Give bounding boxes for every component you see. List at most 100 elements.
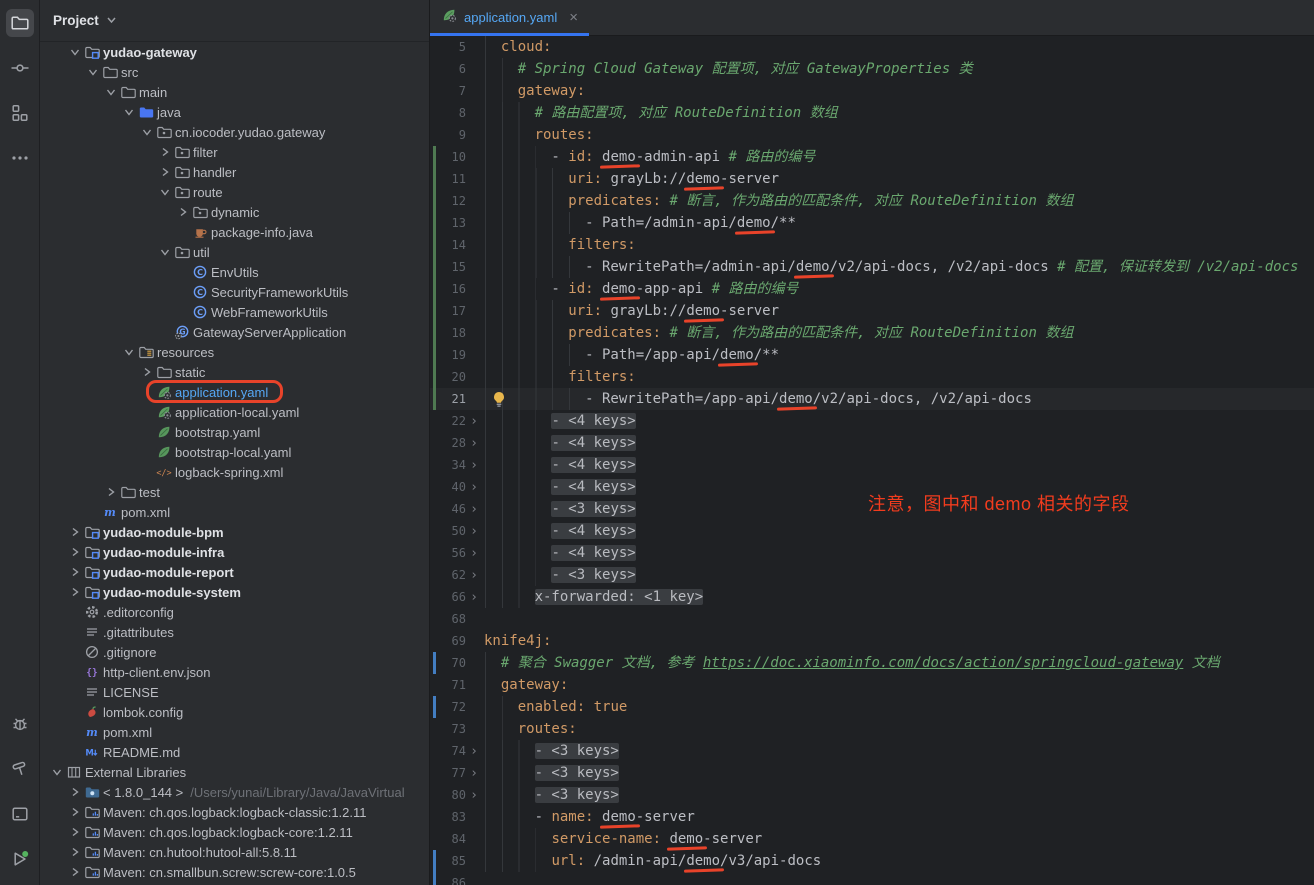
- tree-item-1-8-0-144[interactable]: < 1.8.0_144 >/Users/yunai/Library/Java/J…: [40, 782, 429, 802]
- tree-item-external-libraries[interactable]: External Libraries: [40, 762, 429, 782]
- code-line-77[interactable]: 77› - <3 keys>: [430, 762, 1314, 784]
- chevron-right-icon[interactable]: [156, 147, 174, 157]
- chevron-right-icon[interactable]: [66, 567, 84, 577]
- code-line-16[interactable]: 16 - id: demo-app-api # 路由的编号: [430, 278, 1314, 300]
- tree-item-yudao-gateway[interactable]: yudao-gateway: [40, 42, 429, 62]
- tree-item-java[interactable]: java: [40, 102, 429, 122]
- chevron-right-icon[interactable]: [138, 367, 156, 377]
- fold-arrow-icon[interactable]: ›: [466, 436, 482, 451]
- fold-arrow-icon[interactable]: ›: [466, 568, 482, 583]
- tool-button-debug[interactable]: [6, 710, 34, 738]
- tree-item-application-local-yaml[interactable]: application-local.yaml: [40, 402, 429, 422]
- chevron-down-icon[interactable]: [156, 187, 174, 197]
- chevron-right-icon[interactable]: [174, 207, 192, 217]
- code-line-74[interactable]: 74› - <3 keys>: [430, 740, 1314, 762]
- code-line-73[interactable]: 73 routes:: [430, 718, 1314, 740]
- tree-item-bootstrap-yaml[interactable]: bootstrap.yaml: [40, 422, 429, 442]
- code-line-62[interactable]: 62› - <3 keys>: [430, 564, 1314, 586]
- tree-item-handler[interactable]: handler: [40, 162, 429, 182]
- chevron-right-icon[interactable]: [66, 587, 84, 597]
- code-line-83[interactable]: 83 - name: demo-server: [430, 806, 1314, 828]
- code-line-28[interactable]: 28› - <4 keys>: [430, 432, 1314, 454]
- code-line-46[interactable]: 46› - <3 keys>: [430, 498, 1314, 520]
- tree-item-http-client-env-json[interactable]: {}http-client.env.json: [40, 662, 429, 682]
- code-line-18[interactable]: 18 predicates: # 断言, 作为路由的匹配条件, 对应 Route…: [430, 322, 1314, 344]
- tree-item-test[interactable]: test: [40, 482, 429, 502]
- code-line-14[interactable]: 14 filters:: [430, 234, 1314, 256]
- code-line-6[interactable]: 6 # Spring Cloud Gateway 配置项, 对应 Gateway…: [430, 58, 1314, 80]
- tree-item-gitignore[interactable]: .gitignore: [40, 642, 429, 662]
- tree-item-cn-iocoder-yudao-gateway[interactable]: cn.iocoder.yudao.gateway: [40, 122, 429, 142]
- code-line-10[interactable]: 10 - id: demo-admin-api # 路由的编号: [430, 146, 1314, 168]
- chevron-down-icon[interactable]: [48, 767, 66, 777]
- tree-item-maven-ch-qos-logback-logback-core-1-2-11[interactable]: Maven: ch.qos.logback:logback-core:1.2.1…: [40, 822, 429, 842]
- tree-item-src[interactable]: src: [40, 62, 429, 82]
- code-line-85[interactable]: 85 url: /admin-api/demo/v3/api-docs: [430, 850, 1314, 872]
- fold-arrow-icon[interactable]: ›: [466, 590, 482, 605]
- code-line-20[interactable]: 20 filters:: [430, 366, 1314, 388]
- tree-item-maven-cn-hutool-hutool-all-5-8-11[interactable]: Maven: cn.hutool:hutool-all:5.8.11: [40, 842, 429, 862]
- tree-item-maven-ch-qos-logback-logback-classic-1-2-11[interactable]: Maven: ch.qos.logback:logback-classic:1.…: [40, 802, 429, 822]
- code-line-11[interactable]: 11 uri: grayLb://demo-server: [430, 168, 1314, 190]
- fold-arrow-icon[interactable]: ›: [466, 788, 482, 803]
- tool-button-terminal[interactable]: [6, 800, 34, 828]
- chevron-down-icon[interactable]: [66, 47, 84, 57]
- chevron-down-icon[interactable]: [84, 67, 102, 77]
- fold-arrow-icon[interactable]: ›: [466, 546, 482, 561]
- code-line-66[interactable]: 66› x-forwarded: <1 key>: [430, 586, 1314, 608]
- tool-button-more[interactable]: [6, 144, 34, 172]
- chevron-right-icon[interactable]: [66, 847, 84, 857]
- code-line-68[interactable]: 68: [430, 608, 1314, 630]
- tree-item-maven-cn-smallbun-screw-screw-core-1-0-5[interactable]: Maven: cn.smallbun.screw:screw-core:1.0.…: [40, 862, 429, 882]
- project-panel-header[interactable]: Project: [40, 0, 429, 42]
- code-line-17[interactable]: 17 uri: grayLb://demo-server: [430, 300, 1314, 322]
- tree-item-application-yaml[interactable]: application.yaml: [40, 382, 429, 402]
- tool-button-services[interactable]: [6, 845, 34, 873]
- chevron-right-icon[interactable]: [102, 487, 120, 497]
- tree-item-securityframeworkutils[interactable]: CSecurityFrameworkUtils: [40, 282, 429, 302]
- tree-item-yudao-module-report[interactable]: yudao-module-report: [40, 562, 429, 582]
- tree-item-webframeworkutils[interactable]: CWebFrameworkUtils: [40, 302, 429, 322]
- code-line-19[interactable]: 19 - Path=/app-api/demo/**: [430, 344, 1314, 366]
- code-line-34[interactable]: 34› - <4 keys>: [430, 454, 1314, 476]
- fold-arrow-icon[interactable]: ›: [466, 480, 482, 495]
- tree-item-yudao-module-system[interactable]: yudao-module-system: [40, 582, 429, 602]
- tree-item-readme-md[interactable]: MREADME.md: [40, 742, 429, 762]
- editor-tab-application-yaml[interactable]: application.yaml ×: [430, 0, 589, 35]
- chevron-right-icon[interactable]: [66, 787, 84, 797]
- code-line-9[interactable]: 9 routes:: [430, 124, 1314, 146]
- tree-item-route[interactable]: route: [40, 182, 429, 202]
- fold-arrow-icon[interactable]: ›: [466, 766, 482, 781]
- fold-arrow-icon[interactable]: ›: [466, 458, 482, 473]
- tree-item-package-info-java[interactable]: package-info.java: [40, 222, 429, 242]
- tree-item-pom-xml[interactable]: mpom.xml: [40, 722, 429, 742]
- chevron-down-icon[interactable]: [138, 127, 156, 137]
- code-line-13[interactable]: 13 - Path=/admin-api/demo/**: [430, 212, 1314, 234]
- tree-item-yudao-module-bpm[interactable]: yudao-module-bpm: [40, 522, 429, 542]
- tool-button-project[interactable]: [6, 9, 34, 37]
- tree-item-gitattributes[interactable]: .gitattributes: [40, 622, 429, 642]
- chevron-down-icon[interactable]: [106, 12, 117, 30]
- tree-item-editorconfig[interactable]: .editorconfig: [40, 602, 429, 622]
- tree-item-main[interactable]: main: [40, 82, 429, 102]
- code-line-71[interactable]: 71 gateway:: [430, 674, 1314, 696]
- tree-item-dynamic[interactable]: dynamic: [40, 202, 429, 222]
- chevron-right-icon[interactable]: [66, 807, 84, 817]
- tree-item-bootstrap-local-yaml[interactable]: bootstrap-local.yaml: [40, 442, 429, 462]
- code-line-84[interactable]: 84 service-name: demo-server: [430, 828, 1314, 850]
- fold-arrow-icon[interactable]: ›: [466, 502, 482, 517]
- code-line-56[interactable]: 56› - <4 keys>: [430, 542, 1314, 564]
- code-line-8[interactable]: 8 # 路由配置项, 对应 RouteDefinition 数组: [430, 102, 1314, 124]
- chevron-down-icon[interactable]: [102, 87, 120, 97]
- tree-item-util[interactable]: util: [40, 242, 429, 262]
- code-line-21[interactable]: 21 - RewritePath=/app-api/demo/v2/api-do…: [430, 388, 1314, 410]
- code-line-7[interactable]: 7 gateway:: [430, 80, 1314, 102]
- tool-button-commit[interactable]: [6, 54, 34, 82]
- chevron-down-icon[interactable]: [120, 107, 138, 117]
- code-line-40[interactable]: 40› - <4 keys>: [430, 476, 1314, 498]
- chevron-right-icon[interactable]: [66, 827, 84, 837]
- tree-item-pom-xml[interactable]: mpom.xml: [40, 502, 429, 522]
- code-line-69[interactable]: 69knife4j:: [430, 630, 1314, 652]
- code-line-86[interactable]: 86: [430, 872, 1314, 885]
- tree-item-resources[interactable]: resources: [40, 342, 429, 362]
